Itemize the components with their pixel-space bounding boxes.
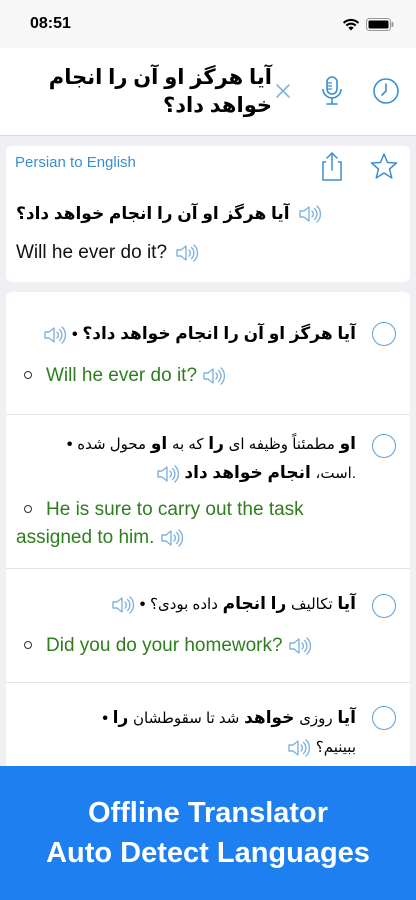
language-pair-label[interactable]: Persian to English [15, 154, 136, 171]
source-text-row: آیا هرگز او آن را انجام خواهد داد؟ [16, 200, 336, 228]
microphone-icon [322, 76, 342, 105]
example-translation-text: Did you do your homework? [46, 635, 283, 656]
star-icon [370, 153, 398, 179]
select-radio[interactable] [372, 322, 396, 346]
promo-banner: Offline Translator Auto Detect Languages [0, 766, 416, 900]
wifi-icon [342, 18, 360, 30]
search-input[interactable]: آیا هرگز او آن را انجام خواهد داد؟ [10, 64, 272, 120]
bullet-icon [24, 504, 32, 513]
history-button[interactable] [370, 75, 402, 107]
list-item[interactable]: آیا هرگز او آن را انجام خواهد داد؟ • Wil… [6, 292, 410, 422]
speaker-icon[interactable] [43, 325, 67, 345]
example-translation: He is sure to carry out the task assigne… [16, 496, 346, 552]
bullet-icon [24, 640, 32, 649]
share-button[interactable] [318, 150, 346, 182]
example-source-text: آیا هرگز او آن را انجام خواهد داد؟ [82, 324, 356, 343]
translation-result-card: Persian to English آیا هرگز او آن را انج… [6, 146, 410, 282]
speaker-icon[interactable] [298, 204, 322, 224]
search-bar: آیا هرگز او آن را انجام خواهد داد؟ [0, 48, 416, 136]
examples-list: آیا هرگز او آن را انجام خواهد داد؟ • Wil… [6, 292, 410, 792]
share-icon [322, 152, 342, 181]
example-translation: Will he ever do it? [16, 362, 346, 390]
speaker-icon[interactable] [156, 464, 180, 484]
favorite-button[interactable] [370, 152, 400, 182]
status-time: 08:51 [30, 15, 71, 32]
select-radio[interactable] [372, 434, 396, 458]
speaker-icon[interactable] [111, 595, 135, 615]
speaker-icon[interactable] [175, 243, 199, 263]
history-clock-icon [373, 78, 399, 104]
example-source: آیا هرگز او آن را انجام خواهد داد؟ • [16, 320, 356, 349]
status-icons [342, 17, 394, 31]
select-radio[interactable] [372, 706, 396, 730]
status-bar: 08:51 [0, 0, 416, 48]
example-source: آیا روزی خواهد شد تا سقوطشان را • ببینیم… [102, 708, 356, 758]
example-source: او مطمئناً وظیفه ای را که به او محول شده… [66, 434, 356, 484]
speaker-icon[interactable] [160, 528, 184, 548]
clear-button[interactable] [268, 76, 298, 106]
promo-line-1: Offline Translator [87, 797, 329, 829]
speaker-icon[interactable] [287, 738, 311, 758]
example-translation-text: Will he ever do it? [46, 365, 198, 386]
translation-text: Will he ever do it? [16, 242, 168, 263]
speaker-icon[interactable] [288, 636, 312, 656]
example-source: آیا تکالیف را انجام داده بودی؟ • [16, 590, 356, 619]
list-item[interactable]: آیا تکالیف را انجام داده بودی؟ • Did you… [6, 568, 410, 680]
list-item[interactable]: او مطمئناً وظیفه ای را که به او محول شده… [6, 414, 410, 568]
promo-line-2: Auto Detect Languages [46, 837, 370, 869]
source-text: آیا هرگز او آن را انجام خواهد داد؟ [16, 204, 290, 223]
bullet-icon [24, 370, 32, 379]
speaker-icon[interactable] [202, 366, 226, 386]
translation-text-row: Will he ever do it? [16, 242, 199, 264]
microphone-button[interactable] [318, 74, 346, 108]
example-translation: Did you do your homework? [16, 632, 346, 660]
select-radio[interactable] [372, 594, 396, 618]
battery-icon [366, 17, 394, 31]
close-icon [276, 84, 290, 98]
